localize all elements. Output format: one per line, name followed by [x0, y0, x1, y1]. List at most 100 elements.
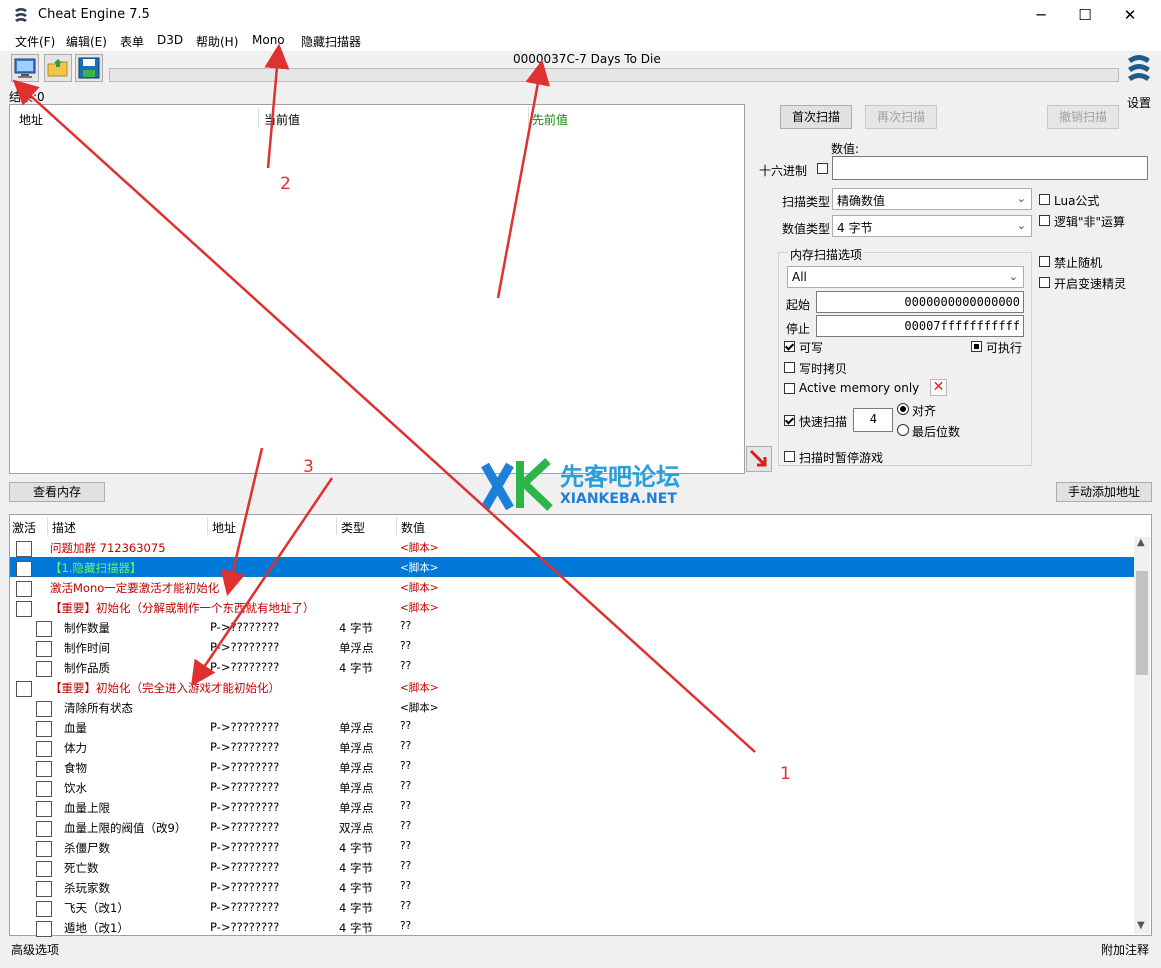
table-row[interactable]: 遁地（改1） P->???????? 4 字节??	[10, 917, 1134, 937]
row-active-checkbox[interactable]	[36, 901, 52, 917]
column-previous-value[interactable]: 先前值	[532, 111, 568, 128]
hex-checkbox[interactable]	[817, 163, 828, 174]
table-row[interactable]: 血量上限 P->???????? 单浮点??	[10, 797, 1134, 817]
row-active-checkbox[interactable]	[16, 601, 32, 617]
fast-scan-alignment-input[interactable]: 4	[853, 408, 893, 432]
settings-logo-icon[interactable]	[1124, 53, 1154, 89]
column-description[interactable]: 描述	[52, 519, 76, 536]
menu-mono[interactable]: Mono	[252, 33, 285, 47]
row-active-checkbox[interactable]	[36, 781, 52, 797]
table-row[interactable]: 血量上限的阀值（改9） P->???????? 双浮点??	[10, 817, 1134, 837]
row-active-checkbox[interactable]	[36, 641, 52, 657]
row-active-checkbox[interactable]	[36, 881, 52, 897]
column-type[interactable]: 类型	[341, 519, 365, 536]
column-current-value[interactable]: 当前值	[264, 111, 300, 128]
table-row[interactable]: 杀玩家数 P->???????? 4 字节??	[10, 877, 1134, 897]
menu-d3d[interactable]: D3D	[157, 33, 183, 47]
scroll-down-icon[interactable]: ▼	[1137, 920, 1145, 931]
menu-hide-scanner[interactable]: 隐藏扫描器	[301, 33, 361, 50]
menu-edit[interactable]: 编辑(E)	[66, 33, 107, 50]
table-row[interactable]: 【重要】初始化（完全进入游戏才能初始化） <脚本>	[10, 677, 1134, 697]
scan-results-list[interactable]: 地址 当前值 先前值	[9, 104, 745, 474]
row-active-checkbox[interactable]	[16, 581, 32, 597]
add-address-manually-button[interactable]: 手动添加地址	[1056, 482, 1152, 502]
table-row[interactable]: 死亡数 P->???????? 4 字节??	[10, 857, 1134, 877]
column-address[interactable]: 地址	[212, 519, 236, 536]
column-active[interactable]: 激活	[12, 519, 36, 536]
row-active-checkbox[interactable]	[36, 841, 52, 857]
row-type: 4 字节	[339, 621, 373, 635]
scan-type-select[interactable]: 精确数值 ⌄	[832, 188, 1032, 210]
table-row[interactable]: 激活Mono一定要激活才能初始化 <脚本>	[10, 577, 1134, 597]
not-operation-checkbox[interactable]	[1039, 215, 1050, 226]
select-process-button[interactable]	[11, 54, 39, 82]
row-active-checkbox[interactable]	[36, 861, 52, 877]
minimize-button[interactable]: ─	[1018, 0, 1064, 30]
align-radio[interactable]	[897, 403, 909, 415]
lua-formula-checkbox[interactable]	[1039, 194, 1050, 205]
table-row[interactable]: 问题加群 712363075 <脚本>	[10, 537, 1134, 557]
table-row[interactable]: 清除所有状态 <脚本>	[10, 697, 1134, 717]
table-scrollbar[interactable]: ▲ ▼	[1134, 537, 1150, 934]
table-extras-label[interactable]: 附加注释	[1101, 941, 1149, 958]
menu-table[interactable]: 表单	[120, 33, 144, 50]
stop-address-input[interactable]: 00007fffffffffff	[816, 315, 1024, 337]
row-active-checkbox[interactable]	[36, 661, 52, 677]
row-active-checkbox[interactable]	[16, 681, 32, 697]
row-active-checkbox[interactable]	[36, 821, 52, 837]
view-memory-button[interactable]: 查看内存	[9, 482, 105, 502]
value-input[interactable]	[832, 156, 1148, 180]
open-file-button[interactable]	[44, 54, 72, 82]
table-row[interactable]: 杀僵尸数 P->???????? 4 字节??	[10, 837, 1134, 857]
next-scan-button[interactable]: 再次扫描	[865, 105, 937, 129]
row-active-checkbox[interactable]	[16, 561, 32, 577]
menu-file[interactable]: 文件(F)	[15, 33, 55, 50]
save-file-button[interactable]	[75, 54, 103, 82]
advanced-options-label[interactable]: 高级选项	[11, 941, 59, 958]
column-address[interactable]: 地址	[19, 111, 43, 128]
value-type-select[interactable]: 4 字节 ⌄	[832, 215, 1032, 237]
table-row[interactable]: 体力 P->???????? 单浮点??	[10, 737, 1134, 757]
speedhack-checkbox[interactable]	[1039, 277, 1050, 288]
row-active-checkbox[interactable]	[36, 741, 52, 757]
row-active-checkbox[interactable]	[36, 701, 52, 717]
scrollbar-thumb[interactable]	[1136, 571, 1148, 675]
column-value[interactable]: 数值	[401, 519, 425, 536]
settings-label[interactable]: 设置	[1127, 94, 1151, 111]
pause-game-checkbox[interactable]	[784, 451, 795, 462]
menu-help[interactable]: 帮助(H)	[196, 33, 238, 50]
active-memory-checkbox[interactable]	[784, 383, 795, 394]
table-row[interactable]: 【1.隐藏扫描器】 <脚本>	[10, 557, 1134, 577]
table-row[interactable]: 食物 P->???????? 单浮点??	[10, 757, 1134, 777]
row-active-checkbox[interactable]	[36, 761, 52, 777]
row-description: 飞天（改1）	[64, 901, 129, 915]
table-row[interactable]: 飞天（改1） P->???????? 4 字节??	[10, 897, 1134, 917]
table-row[interactable]: 制作品质 P->???????? 4 字节??	[10, 657, 1134, 677]
table-row[interactable]: 制作时间 P->???????? 单浮点??	[10, 637, 1134, 657]
maximize-button[interactable]: ☐	[1062, 0, 1108, 30]
executable-checkbox[interactable]	[971, 341, 982, 352]
row-active-checkbox[interactable]	[16, 541, 32, 557]
first-scan-button[interactable]: 首次扫描	[780, 105, 852, 129]
memory-region-select[interactable]: All ⌄	[787, 266, 1024, 288]
fast-scan-checkbox[interactable]	[784, 415, 795, 426]
start-address-input[interactable]: 0000000000000000	[816, 291, 1024, 313]
last-digits-radio[interactable]	[897, 424, 909, 436]
row-active-checkbox[interactable]	[36, 801, 52, 817]
table-row[interactable]: 血量 P->???????? 单浮点??	[10, 717, 1134, 737]
writable-checkbox[interactable]	[784, 341, 795, 352]
add-to-list-button[interactable]	[746, 446, 772, 472]
table-row[interactable]: 【重要】初始化（分解或制作一个东西就有地址了） <脚本>	[10, 597, 1134, 617]
close-button[interactable]: ✕	[1107, 0, 1153, 30]
row-active-checkbox[interactable]	[36, 621, 52, 637]
copy-on-write-checkbox[interactable]	[784, 362, 795, 373]
row-active-checkbox[interactable]	[36, 921, 52, 937]
clear-x-icon[interactable]: ✕	[930, 379, 947, 396]
table-row[interactable]: 制作数量 P->???????? 4 字节??	[10, 617, 1134, 637]
no-random-checkbox[interactable]	[1039, 256, 1050, 267]
table-row[interactable]: 饮水 P->???????? 单浮点??	[10, 777, 1134, 797]
scroll-up-icon[interactable]: ▲	[1137, 537, 1145, 548]
column-divider	[207, 517, 208, 535]
undo-scan-button[interactable]: 撤销扫描	[1047, 105, 1119, 129]
row-active-checkbox[interactable]	[36, 721, 52, 737]
